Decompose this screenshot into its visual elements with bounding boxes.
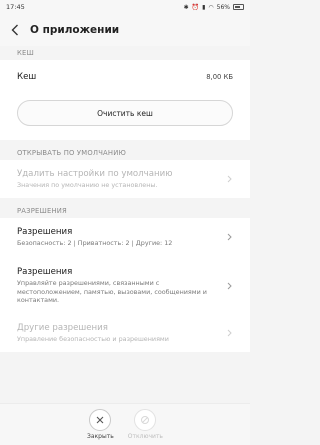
- alarm-icon: ⏰: [191, 3, 200, 11]
- other-permissions-row[interactable]: Другие разрешения Управление безопасност…: [0, 313, 250, 352]
- other-permissions-title: Другие разрешения: [17, 322, 108, 333]
- clear-cache-wrapper: Очистить кеш: [0, 94, 250, 140]
- disable-action: Отключить: [128, 409, 163, 440]
- close-label: Закрыть: [87, 433, 114, 440]
- disable-label: Отключить: [127, 433, 163, 440]
- status-icons: ✱ ⏰ ▮ ◠ 56%: [184, 4, 244, 11]
- chevron-right-icon: [225, 232, 233, 242]
- other-permissions-text: Другие разрешения Управление безопасност…: [17, 323, 169, 344]
- permissions-summary-text: Разрешения Безопасность: 2 | Приватность…: [17, 227, 172, 248]
- chevron-right-icon: [225, 328, 233, 338]
- permissions-row-summary[interactable]: Разрешения Безопасность: 2 | Приватность…: [0, 218, 250, 256]
- cache-size: 8,00 КБ: [206, 73, 233, 81]
- cache-label: Кеш: [17, 72, 37, 82]
- permissions-manage-title: Разрешения: [17, 267, 73, 277]
- battery-icon: [233, 4, 244, 10]
- permissions-manage-subtitle: Управляйте разрешениями, связанными с ме…: [17, 279, 207, 305]
- chevron-right-icon: [225, 174, 233, 184]
- section-header-permissions: РАЗРЕШЕНИЯ: [17, 207, 67, 215]
- app-bar: О приложении: [0, 14, 250, 46]
- section-header-cache: КЕШ: [17, 49, 34, 57]
- battery-percent: 56%: [216, 3, 230, 11]
- disable-icon: [134, 409, 157, 431]
- permissions-row-manage[interactable]: Разрешения Управляйте разрешениями, связ…: [0, 262, 250, 310]
- other-permissions-subtitle: Управление безопасностью и разрешениями: [17, 334, 169, 343]
- clear-defaults-row[interactable]: Удалить настройки по умолчанию Значения …: [0, 160, 250, 198]
- permissions-summary-title: Разрешения: [17, 226, 73, 237]
- wifi-icon: ◠: [208, 3, 214, 11]
- clear-defaults-text: Удалить настройки по умолчанию Значения …: [17, 169, 172, 190]
- section-header-default: ОТКРЫВАТЬ ПО УМОЛЧАНИЮ: [17, 149, 127, 157]
- status-bar: 17:45 ✱ ⏰ ▮ ◠ 56%: [0, 0, 250, 14]
- permissions-summary-subtitle: Безопасность: 2 | Приватность: 2 | Други…: [17, 238, 173, 247]
- clear-defaults-title: Удалить настройки по умолчанию: [17, 168, 173, 179]
- close-icon[interactable]: [89, 409, 112, 431]
- close-action[interactable]: Закрыть: [87, 409, 114, 440]
- cache-row: Кеш 8,00 КБ: [0, 60, 250, 94]
- page-title: О приложении: [30, 24, 120, 36]
- bluetooth-icon: ✱: [183, 3, 189, 11]
- status-time: 17:45: [6, 3, 25, 11]
- bottom-action-bar: Закрыть Отключить: [0, 403, 250, 445]
- clear-cache-button[interactable]: Очистить кеш: [17, 100, 233, 126]
- clear-defaults-subtitle: Значения по умолчанию не установлены.: [17, 180, 158, 189]
- back-arrow-icon[interactable]: [8, 23, 22, 37]
- permissions-manage-text: Разрешения Управляйте разрешениями, связ…: [17, 267, 217, 305]
- chevron-right-icon: [225, 281, 233, 291]
- signal-icon: ▮: [202, 3, 206, 11]
